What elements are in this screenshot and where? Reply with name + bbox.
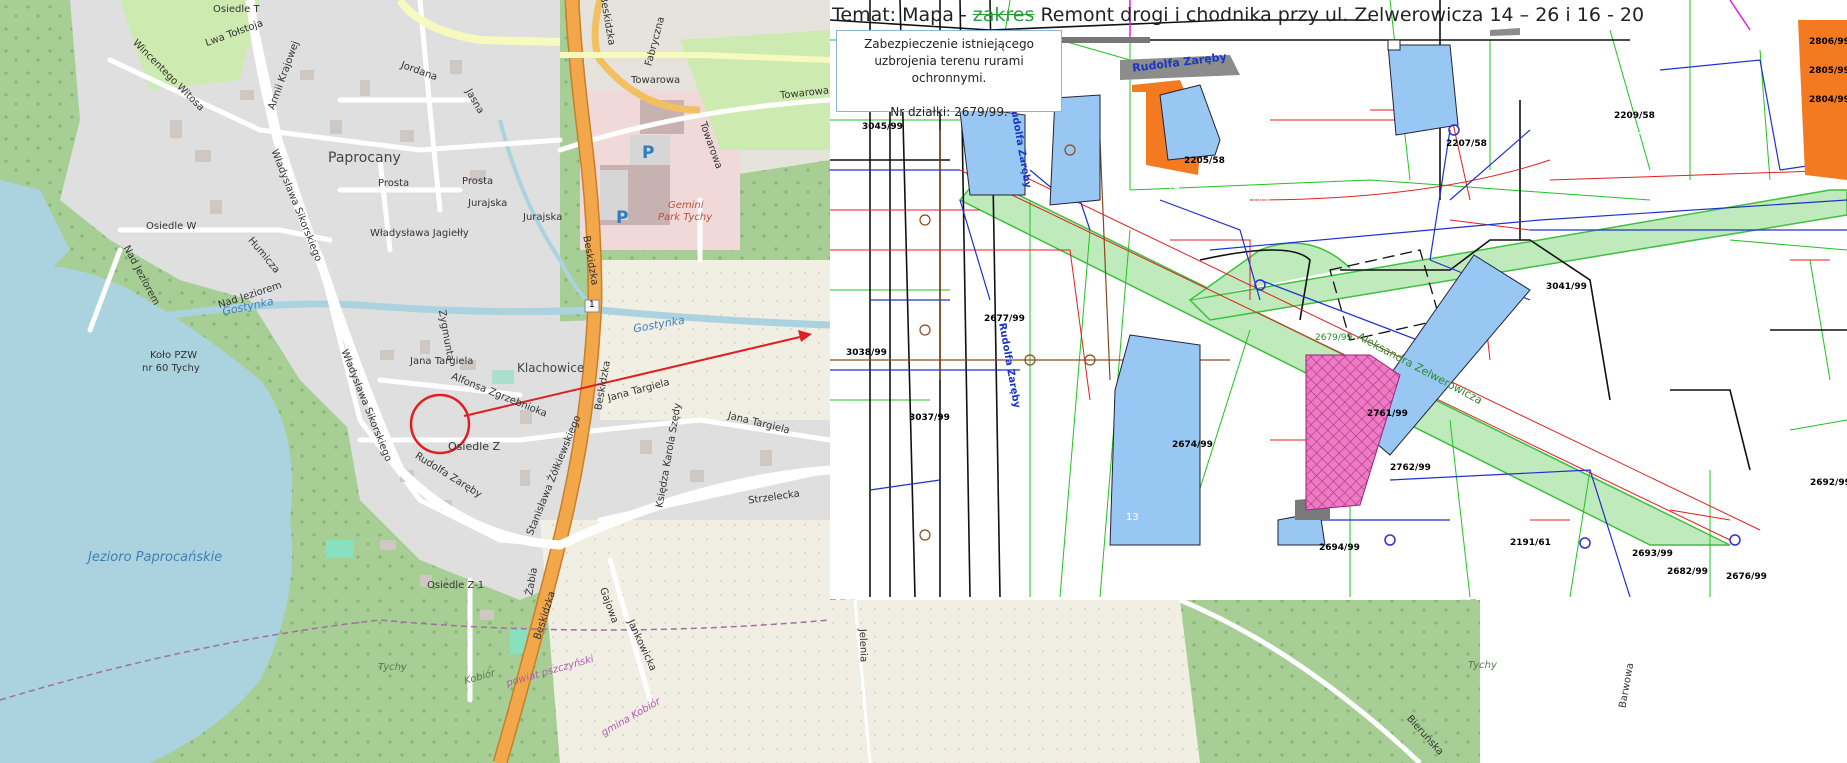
map-composition: Paprocany Osiedle T Osiedle W Klachowice… — [0, 0, 1847, 763]
street-label-jurajska: Jurajska — [468, 198, 508, 209]
building-number: 20 — [1638, 126, 1651, 137]
title-highlight: zakres — [972, 4, 1035, 26]
place-label-klachowice: Klachowice — [517, 361, 585, 375]
plot-label: 2207/58 — [1446, 139, 1487, 149]
poi-label-kolo-pzw: Koło PZW — [150, 350, 198, 361]
plot-label: 2804/99 — [1809, 95, 1847, 105]
plot-label: 2205/58 — [1184, 156, 1225, 166]
admin-label-tychy: Tychy — [1468, 660, 1497, 671]
plot-label: 2762/99 — [1390, 463, 1431, 473]
place-label-osiedle-w: Osiedle W — [146, 221, 197, 232]
street-label-prosta: Prosta — [462, 176, 494, 187]
building-number: 28 — [1743, 274, 1756, 285]
building-number: 14 — [1167, 182, 1180, 193]
building-number: 26 — [1668, 431, 1681, 442]
building-number: 18 — [1497, 518, 1510, 529]
map-title: Temat: Mapa - zakres Remont drogi i chod… — [832, 4, 1644, 26]
note-line: uzbrojenia terenu rurami ochronnymi. — [874, 54, 1024, 85]
plot-label: 2805/99 — [1809, 66, 1847, 76]
plot-label: 2679/99 — [1315, 333, 1353, 343]
admin-label-tychy: Tychy — [378, 662, 407, 673]
plot-label: 3041/99 — [1546, 282, 1587, 292]
plot-label: 3038/99 — [846, 348, 887, 358]
plot-label: 2676/99 — [1726, 572, 1767, 582]
road-number-shield: 1 — [589, 300, 595, 310]
parking-icon: P — [616, 208, 629, 228]
plot-label: 3045/99 — [862, 122, 903, 132]
plot-label: 2209/58 — [1614, 111, 1655, 121]
street-label-towarowa: Towarowa — [631, 75, 681, 86]
title-suffix: Remont drogi i chodnika przy ul. Zelwero… — [1034, 4, 1645, 26]
poi-label-kolo-pzw-nr: nr 60 Tychy — [142, 363, 200, 374]
place-label-osiedle-z1: Osiedle Z-1 — [427, 580, 485, 591]
place-label-paprocany: Paprocany — [328, 150, 401, 166]
street-label-jana-targiela: Jana Targiela — [410, 356, 474, 367]
plot-label: 2692/99 — [1810, 478, 1847, 488]
place-label-osiedle-t: Osiedle T — [213, 4, 260, 15]
lake-label: Jezioro Paprocańskie — [88, 550, 223, 565]
street-label-prosta: Prosta — [378, 178, 410, 189]
street-label-jurajska: Jurajska — [523, 212, 563, 223]
plot-label: 2693/99 — [1632, 549, 1673, 559]
poi-label-gemini-park: Park Tychy — [658, 212, 713, 223]
poi-label-gemini: Gemini — [668, 200, 704, 211]
note-line: Nr działki: 2679/99. — [890, 105, 1008, 119]
plot-label: 2682/99 — [1667, 567, 1708, 577]
building-number: 14A — [1251, 196, 1271, 207]
street-label-jagielly: Władysława Jagiełły — [370, 228, 469, 239]
building-number: 13 — [1126, 512, 1139, 523]
plot-label: 2674/99 — [1172, 440, 1213, 450]
plot-label: 2806/99 — [1809, 37, 1847, 47]
place-label-osiedle-z: Osiedle Z — [448, 440, 501, 453]
street-label-jelenia: Jelenia — [856, 628, 869, 663]
title-prefix: Temat: Mapa - — [832, 4, 973, 26]
plot-label: 2694/99 — [1319, 543, 1360, 553]
note-line: Zabezpieczenie istniejącego — [864, 37, 1034, 51]
plot-label: 3037/99 — [909, 413, 950, 423]
annotation-note: Zabezpieczenie istniejącego uzbrojenia t… — [836, 30, 1062, 119]
building-number: 16 — [1388, 145, 1401, 156]
parking-icon: P — [642, 143, 655, 163]
plot-label: 2677/99 — [984, 314, 1025, 324]
plot-label: 2761/99 — [1367, 409, 1408, 419]
plot-label: 2191/61 — [1510, 538, 1551, 548]
